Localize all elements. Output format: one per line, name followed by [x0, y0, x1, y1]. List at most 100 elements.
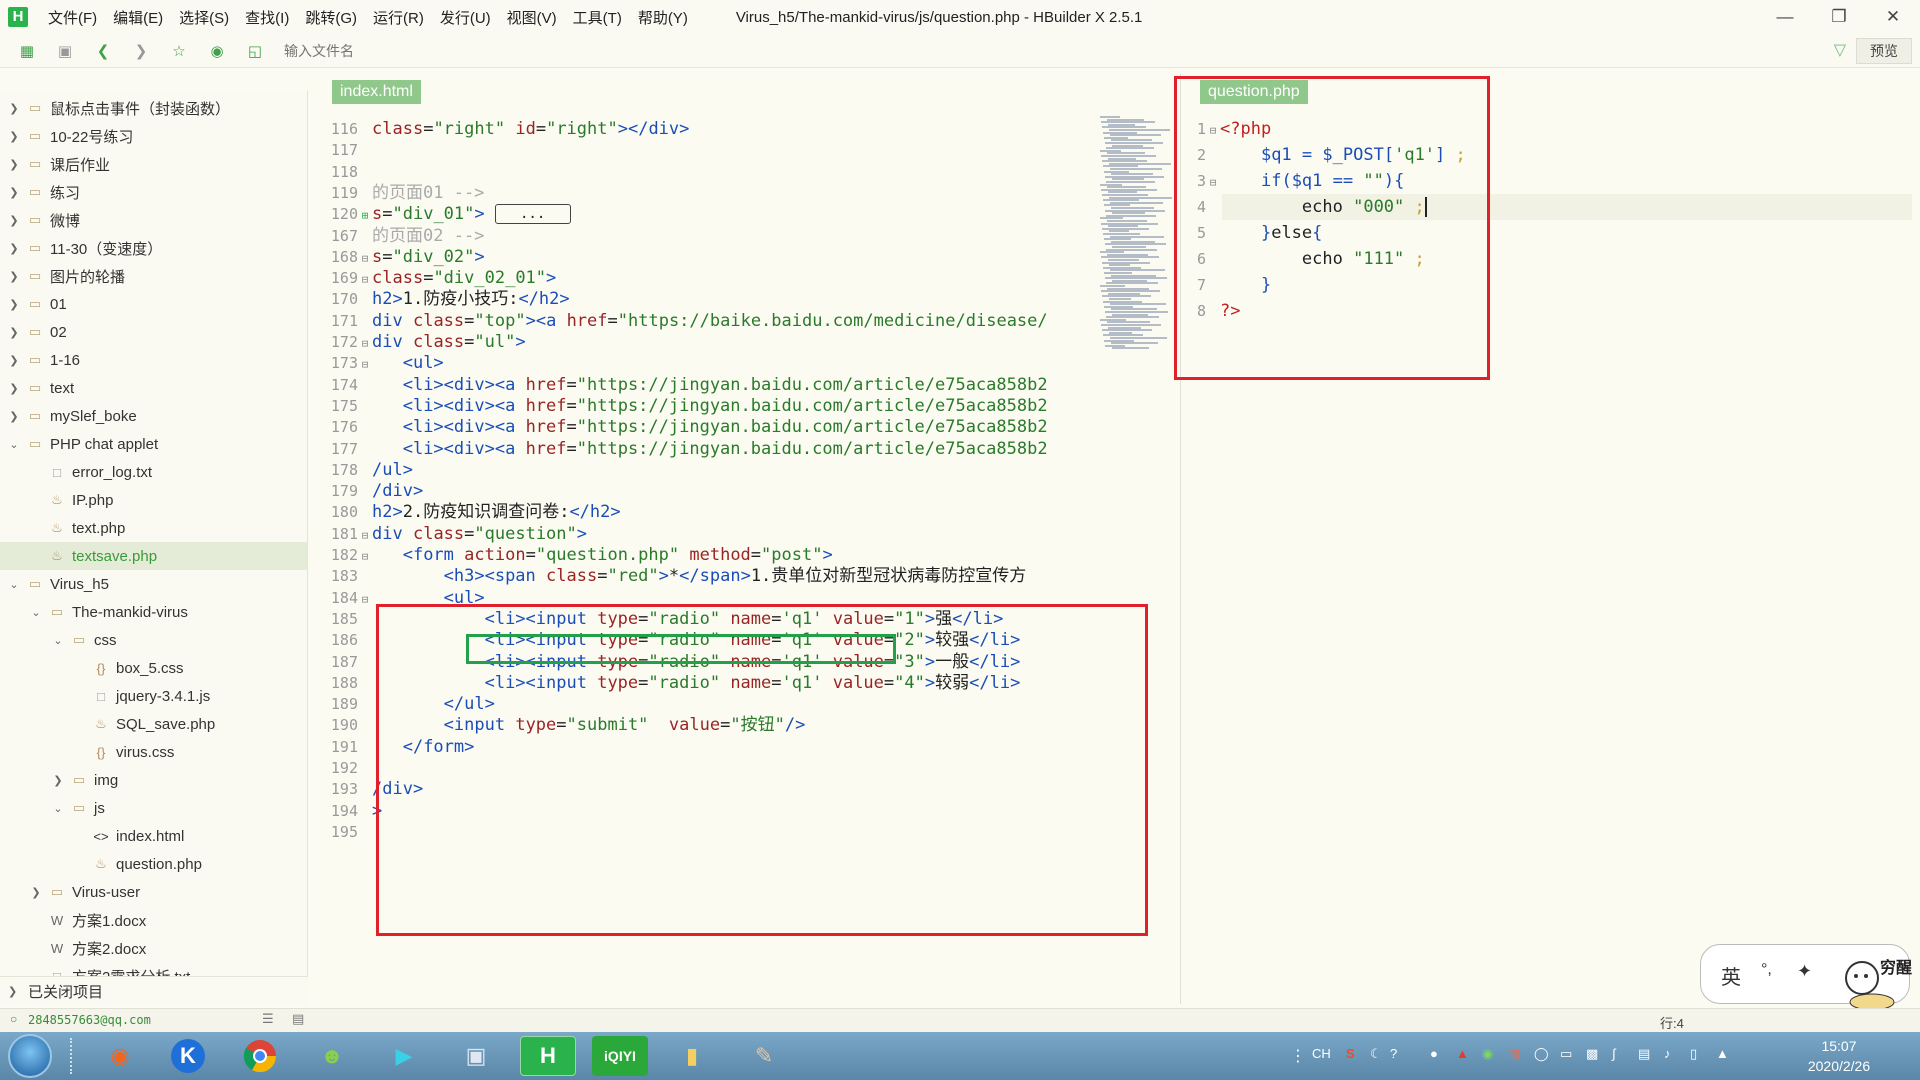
forward-icon[interactable]: ❯	[130, 40, 152, 62]
volume-icon[interactable]: ♪	[1664, 1046, 1671, 1061]
chevron-right-icon[interactable]: ❯	[30, 886, 42, 899]
chevron-right-icon[interactable]: ❯	[8, 242, 20, 255]
wechat-icon[interactable]: ◉	[1482, 1046, 1493, 1062]
chevron-right-icon[interactable]: ❯	[8, 214, 20, 227]
taskbar-clock[interactable]: 15:07 2020/2/26	[1784, 1036, 1894, 1076]
chevron-right-icon[interactable]: ❯	[8, 130, 20, 143]
start-button[interactable]	[8, 1034, 52, 1078]
collapsed-region-button[interactable]: ...	[494, 204, 571, 225]
tree-item[interactable]: W 方案2.docx	[0, 934, 307, 962]
chevron-right-icon[interactable]: ❯	[8, 382, 20, 395]
app-game-icon[interactable]: ☻	[304, 1036, 360, 1076]
app-player-icon[interactable]: ▶	[376, 1036, 432, 1076]
tree-item[interactable]: ❯ ▭ 课后作业	[0, 150, 307, 178]
file-search-input[interactable]	[284, 38, 1784, 63]
list-icon[interactable]: ☰	[262, 1011, 274, 1027]
tree-item[interactable]: ❯ ▭ 02	[0, 318, 307, 346]
tree-item[interactable]: ❯ ▭ 鼠标点击事件（封装函数）	[0, 94, 307, 122]
save-icon[interactable]: ▣	[54, 40, 76, 62]
chevron-right-icon[interactable]: ❯	[8, 326, 20, 339]
menu-item-8[interactable]: 工具(T)	[573, 7, 622, 28]
tray-app-icon[interactable]: ▲	[1456, 1046, 1469, 1061]
qq-icon[interactable]: ●	[1430, 1046, 1438, 1061]
chevron-right-icon[interactable]: ❯	[8, 270, 20, 283]
tree-item[interactable]: ♨ IP.php	[0, 486, 307, 514]
tree-item[interactable]: {} virus.css	[0, 738, 307, 766]
tray-k-icon[interactable]: ◯	[1534, 1046, 1549, 1062]
tree-item[interactable]: ♨ SQL_save.php	[0, 710, 307, 738]
chevron-right-icon[interactable]: ❯	[8, 186, 20, 199]
app-chrome-icon[interactable]	[232, 1036, 288, 1076]
tree-item[interactable]: W 方案1.docx	[0, 906, 307, 934]
tray-apps-icon[interactable]: ▩	[1586, 1046, 1598, 1062]
browser-icon[interactable]: ◱	[244, 40, 266, 62]
app-explorer-icon[interactable]: ▮	[664, 1036, 720, 1076]
chevron-down-icon[interactable]: ⌄	[30, 606, 42, 619]
minimize-icon[interactable]: —	[1758, 0, 1812, 34]
menu-item-6[interactable]: 发行(U)	[440, 7, 491, 28]
tree-item[interactable]: ⌄ ▭ The-mankid-virus	[0, 598, 307, 626]
tree-item[interactable]: ❯ ▭ 10-22号练习	[0, 122, 307, 150]
tree-item[interactable]: ❯ ▭ 练习	[0, 178, 307, 206]
tree-item[interactable]: □ error_log.txt	[0, 458, 307, 486]
chevron-down-icon[interactable]: ⌄	[52, 634, 64, 647]
chevron-right-icon[interactable]: ❯	[8, 354, 20, 367]
tree-item[interactable]: ❯ ▭ 1-16	[0, 346, 307, 374]
tree-item[interactable]: ❯ ▭ 微博	[0, 206, 307, 234]
app-remote-icon[interactable]: ▣	[448, 1036, 504, 1076]
ime-skin-icon[interactable]: ✦	[1797, 961, 1812, 982]
tree-item[interactable]: ⌄ ▭ css	[0, 626, 307, 654]
tab-index-html[interactable]: index.html	[332, 80, 421, 104]
status-user[interactable]: 2848557663@qq.com	[28, 1013, 151, 1027]
app-paint-icon[interactable]: ✎	[736, 1036, 792, 1076]
chevron-right-icon[interactable]: ❯	[8, 410, 20, 423]
menu-item-9[interactable]: 帮助(Y)	[638, 7, 688, 28]
chevron-right-icon[interactable]: ❯	[8, 158, 20, 171]
new-file-icon[interactable]: ▦	[16, 40, 38, 62]
menu-item-1[interactable]: 编辑(E)	[113, 7, 163, 28]
tree-item[interactable]: <> index.html	[0, 822, 307, 850]
tree-item[interactable]: ❯ ▭ 11-30（变速度）	[0, 234, 307, 262]
tree-item[interactable]: ❯ ▭ mySlef_boke	[0, 402, 307, 430]
minimap[interactable]	[1096, 116, 1176, 356]
chevron-right-icon[interactable]: ❯	[8, 102, 20, 115]
tree-item[interactable]: ♨ question.php	[0, 850, 307, 878]
app-hbuilder-icon[interactable]: H	[520, 1036, 576, 1076]
tree-item[interactable]: ❯ ▭ text	[0, 374, 307, 402]
tree-item[interactable]: ❯ ▭ Virus-user	[0, 878, 307, 906]
app-k-icon[interactable]: K	[160, 1036, 216, 1076]
status-cursor-position[interactable]: 行:4	[1660, 1013, 1684, 1032]
network-icon[interactable]: ▲	[1716, 1046, 1729, 1061]
chevron-down-icon[interactable]: ⌄	[52, 802, 64, 815]
terminal-icon[interactable]: ▤	[292, 1011, 304, 1027]
menu-item-0[interactable]: 文件(F)	[48, 7, 97, 28]
chevron-down-icon[interactable]: ⌄	[8, 578, 20, 591]
run-icon[interactable]: ◉	[206, 40, 228, 62]
tray-moon-icon[interactable]: ☾	[1370, 1046, 1382, 1062]
chevron-right-icon[interactable]: ❯	[8, 298, 20, 311]
filter-icon[interactable]: ▽	[1834, 40, 1846, 60]
menu-item-4[interactable]: 跳转(G)	[305, 7, 357, 28]
close-icon[interactable]: ✕	[1866, 0, 1920, 34]
app-browser-icon[interactable]: ◉	[92, 1036, 148, 1076]
menu-item-3[interactable]: 查找(I)	[245, 7, 289, 28]
tree-item[interactable]: □ jquery-3.4.1.js	[0, 682, 307, 710]
tree-item[interactable]: ♨ text.php	[0, 514, 307, 542]
tree-item[interactable]: {} box_5.css	[0, 654, 307, 682]
closed-projects-row[interactable]: ❯ 已关闭项目	[0, 976, 308, 1006]
menu-item-7[interactable]: 视图(V)	[507, 7, 557, 28]
tree-item[interactable]: ⌄ ▭ PHP chat applet	[0, 430, 307, 458]
restore-icon[interactable]: ❐	[1812, 0, 1866, 34]
tree-item[interactable]: ❯ ▭ img	[0, 766, 307, 794]
tree-item[interactable]: ⌄ ▭ js	[0, 794, 307, 822]
help-icon[interactable]: ?	[1390, 1046, 1397, 1061]
bluetooth-icon[interactable]: ∫	[1612, 1046, 1616, 1061]
ime-lang[interactable]: 英	[1721, 961, 1741, 990]
tray-app2-icon[interactable]: ▦	[1508, 1046, 1520, 1062]
sogou-icon[interactable]: S	[1346, 1046, 1355, 1061]
menu-item-5[interactable]: 运行(R)	[373, 7, 424, 28]
ime-punct[interactable]: °,	[1761, 961, 1772, 979]
tree-item[interactable]: ⌄ ▭ Virus_h5	[0, 570, 307, 598]
menu-item-2[interactable]: 选择(S)	[179, 7, 229, 28]
back-icon[interactable]: ❮	[92, 40, 114, 62]
